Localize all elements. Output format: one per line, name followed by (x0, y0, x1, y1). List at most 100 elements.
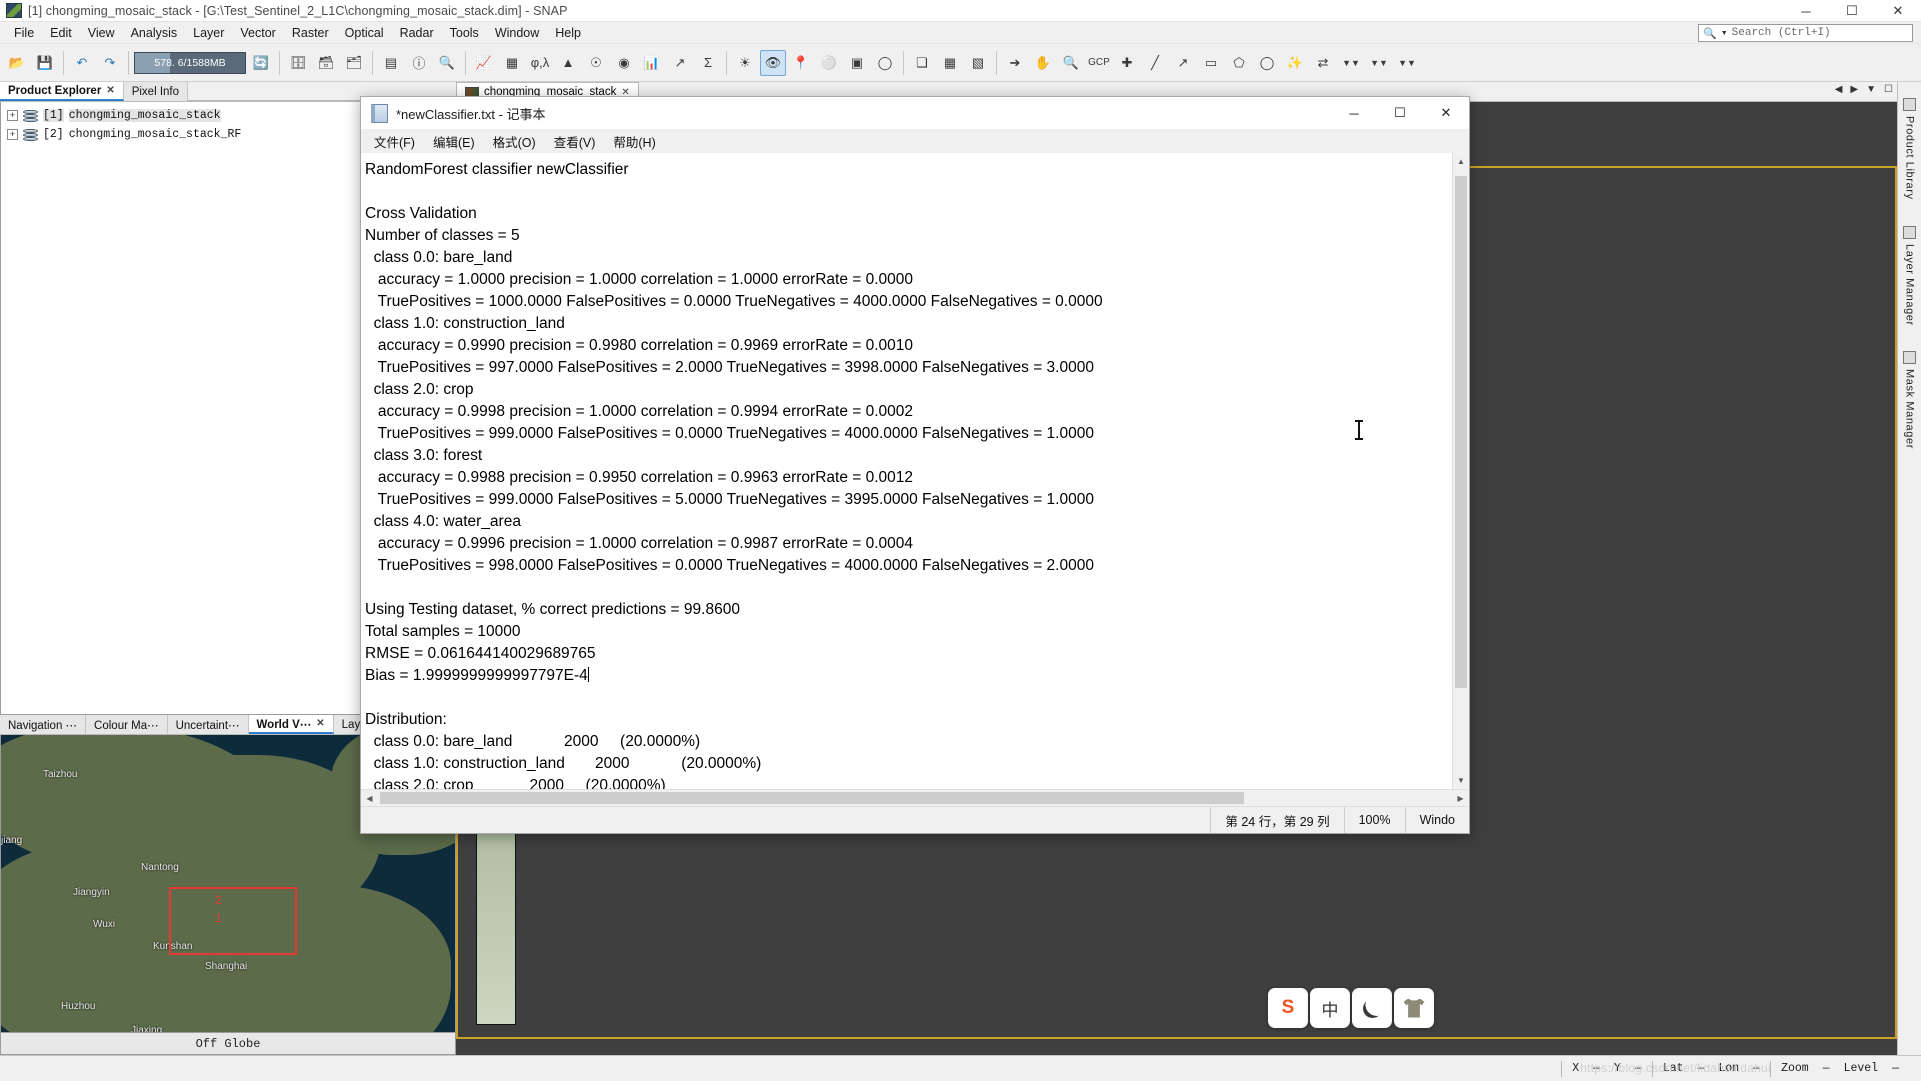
profile-plot-icon[interactable]: 📈 (471, 50, 497, 76)
select-arrow-icon[interactable]: ➔ (1002, 50, 1028, 76)
notepad-text-area[interactable]: RandomForest classifier newClassifier Cr… (361, 153, 1452, 789)
rail-item-product-library[interactable]: Product Library (1903, 98, 1916, 200)
phase-lambda-icon[interactable]: φ,λ (527, 50, 553, 76)
scroll-up-icon[interactable]: ▲ (1453, 153, 1469, 170)
moon-icon[interactable] (1352, 988, 1392, 1028)
subset-icon[interactable]: ▧ (965, 50, 991, 76)
import-raster-icon[interactable]: 🗃 (313, 50, 339, 76)
menu-radar[interactable]: Radar (392, 24, 442, 42)
tab-product-explorer[interactable]: Product Explorer ✕ (0, 82, 124, 101)
chevron-down-icon[interactable]: ▼▼ (1394, 50, 1420, 76)
pin-manager-icon[interactable]: 📍 (788, 50, 814, 76)
menu-layer[interactable]: Layer (185, 24, 232, 42)
zoom-icon[interactable]: 🔍 (1058, 50, 1084, 76)
correlative-plot-icon[interactable]: ↗ (667, 50, 693, 76)
magnifier-tool-icon[interactable]: 🔍 (434, 50, 460, 76)
redo-icon[interactable]: ↷ (97, 50, 123, 76)
tab-navigation[interactable]: Navigation ⋯ (0, 715, 87, 734)
refresh-icon[interactable]: 🔄 (248, 50, 274, 76)
tab-uncertainty[interactable]: Uncertaint⋯ (167, 715, 249, 734)
expand-icon[interactable]: + (7, 110, 18, 121)
mask-area-icon[interactable]: ☀ (732, 50, 758, 76)
close-icon[interactable]: ✕ (106, 85, 114, 96)
horizontal-scroll-thumb[interactable] (380, 792, 1244, 804)
horizontal-scroll-track[interactable] (378, 790, 1452, 806)
notepad-menu-format[interactable]: 格式(O) (484, 130, 545, 153)
range-finder-icon[interactable]: ⇄ (1310, 50, 1336, 76)
product-footprint-box[interactable] (169, 887, 297, 955)
menu-tools[interactable]: Tools (442, 24, 487, 42)
memory-gauge[interactable]: 578. 6/1588MB (134, 51, 246, 74)
scroll-right-icon[interactable]: ▶ (1452, 790, 1469, 806)
gcp-tool-icon[interactable]: GCP (1086, 50, 1112, 76)
polyline-draw-icon[interactable]: ↗ (1170, 50, 1196, 76)
snap-maximize-button[interactable]: ☐ (1829, 0, 1875, 22)
scroll-left-icon[interactable]: ◀ (1835, 84, 1843, 95)
histogram-icon[interactable]: ▲ (555, 50, 581, 76)
no-data-icon[interactable]: ◯ (872, 50, 898, 76)
export-icon[interactable]: 🗂 (341, 50, 367, 76)
menu-analysis[interactable]: Analysis (123, 24, 186, 42)
tab-list-icon[interactable]: ▼ (1866, 84, 1876, 95)
open-product-icon[interactable]: 📂 (4, 50, 30, 76)
ime-language-toggle[interactable]: 中 (1310, 988, 1350, 1028)
tab-world-view[interactable]: World V⋯ ✕ (248, 715, 334, 734)
shirt-icon[interactable] (1394, 988, 1434, 1028)
magic-wand-icon[interactable]: ✨ (1282, 50, 1308, 76)
rail-item-layer-manager[interactable]: Layer Manager (1903, 225, 1916, 325)
scroll-left-icon[interactable]: ◀ (361, 790, 378, 806)
gcp-placing-icon[interactable]: ▦ (937, 50, 963, 76)
graticule-icon[interactable]: ▣ (844, 50, 870, 76)
colour-manipulation-icon[interactable]: ▤ (378, 50, 404, 76)
notepad-vertical-scrollbar[interactable]: ▲ ▼ (1452, 153, 1469, 789)
tab-pixel-info[interactable]: Pixel Info (123, 82, 189, 101)
search-input[interactable]: 🔍 ▼ Search (Ctrl+I) (1698, 24, 1913, 42)
notepad-menu-file[interactable]: 文件(F) (365, 130, 424, 153)
expand-icon[interactable]: + (7, 129, 18, 140)
tab-colour-manipulation[interactable]: Colour Ma⋯ (86, 715, 168, 734)
menu-raster[interactable]: Raster (284, 24, 337, 42)
line-draw-icon[interactable]: ╱ (1142, 50, 1168, 76)
statistics-icon[interactable]: 📊 (639, 50, 665, 76)
ellipse-draw-icon[interactable]: ◯ (1254, 50, 1280, 76)
maximize-document-icon[interactable]: ☐ (1884, 84, 1893, 95)
chevron-down-icon[interactable]: ▼▼ (1366, 50, 1392, 76)
chevron-down-icon[interactable]: ▼▼ (1338, 50, 1364, 76)
pin-placing-icon[interactable]: ❏ (909, 50, 935, 76)
undo-icon[interactable]: ↶ (69, 50, 95, 76)
pin-tool-icon[interactable]: ✚ (1114, 50, 1140, 76)
notepad-minimize-button[interactable]: ─ (1331, 97, 1377, 129)
notepad-menu-help[interactable]: 帮助(H) (604, 130, 664, 153)
sigma-sum-icon[interactable]: Σ (695, 50, 721, 76)
scatter-plot-icon[interactable]: ▦ (499, 50, 525, 76)
pan-hand-icon[interactable]: ✋ (1030, 50, 1056, 76)
rail-item-mask-manager[interactable]: Mask Manager (1903, 351, 1916, 449)
notepad-horizontal-scrollbar[interactable]: ◀ ▶ (361, 789, 1469, 806)
sogou-logo-icon[interactable]: S (1268, 988, 1308, 1028)
snap-minimize-button[interactable]: ─ (1783, 0, 1829, 22)
polygon-draw-icon[interactable]: ⬠ (1226, 50, 1252, 76)
snap-close-button[interactable]: ✕ (1875, 0, 1921, 22)
menu-optical[interactable]: Optical (337, 24, 392, 42)
information-icon[interactable]: ⓘ (406, 50, 432, 76)
mask-manager-icon[interactable]: ⚪ (816, 50, 842, 76)
notepad-close-button[interactable]: ✕ (1423, 97, 1469, 129)
information-circle-icon[interactable]: ☉ (583, 50, 609, 76)
menu-vector[interactable]: Vector (232, 24, 283, 42)
menu-view[interactable]: View (80, 24, 123, 42)
scroll-right-icon[interactable]: ▶ (1850, 84, 1858, 95)
menu-file[interactable]: File (6, 24, 42, 42)
notepad-menu-edit[interactable]: 编辑(E) (424, 130, 484, 153)
rectangle-draw-icon[interactable]: ▭ (1198, 50, 1224, 76)
menu-window[interactable]: Window (487, 24, 547, 42)
menu-help[interactable]: Help (547, 24, 589, 42)
notepad-menu-view[interactable]: 查看(V) (545, 130, 605, 153)
menu-edit[interactable]: Edit (42, 24, 80, 42)
save-product-icon[interactable]: 💾 (32, 50, 58, 76)
vertical-scroll-thumb[interactable] (1455, 176, 1467, 688)
close-icon[interactable]: ✕ (316, 718, 324, 729)
import-vector-icon[interactable]: 🗄 (285, 50, 311, 76)
scroll-down-icon[interactable]: ▼ (1453, 772, 1469, 789)
notepad-maximize-button[interactable]: ☐ (1377, 97, 1423, 129)
vertical-scroll-track[interactable] (1453, 170, 1469, 772)
